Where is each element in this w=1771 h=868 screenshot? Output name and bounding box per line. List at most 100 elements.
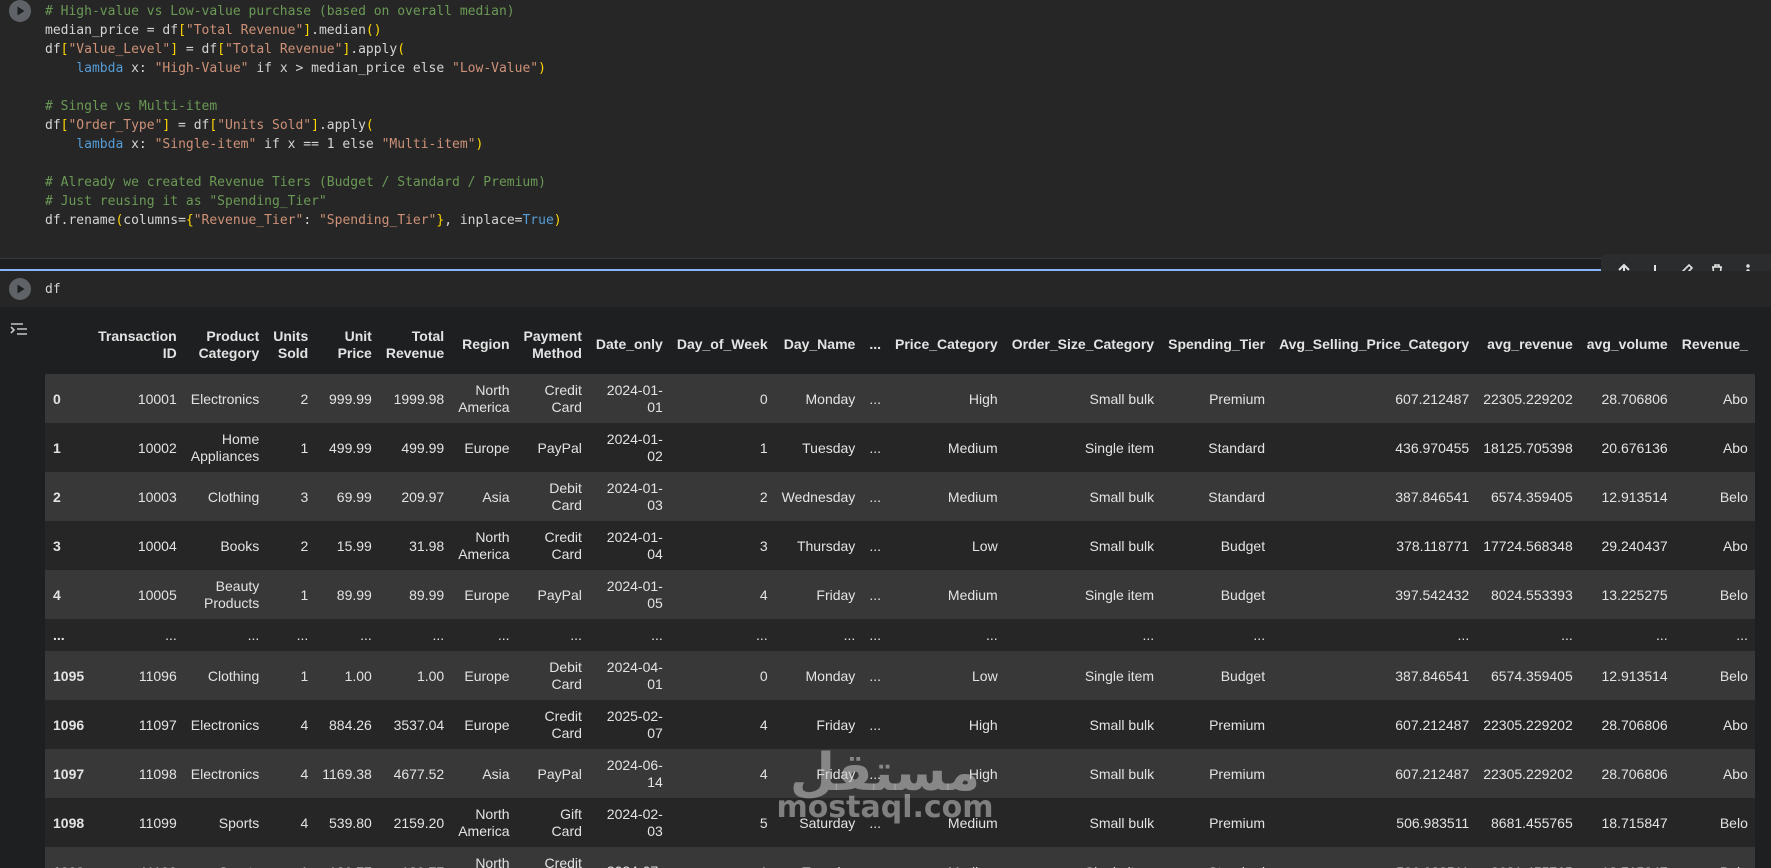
table-cell: 387.846541	[1395, 488, 1470, 505]
table-cell: 189.77	[315, 847, 379, 868]
table-row: 2 10003 Clothing 3 69.99 209.97 Asia Debit Card 2…	[45, 472, 1755, 521]
table-cell: 18.715847	[1601, 814, 1668, 831]
table-row: 3 10004 Books 2 15.99 31.98 North America Credit…	[45, 521, 1755, 570]
table-cell: Home Appliances	[190, 430, 260, 464]
table-cell: 3	[300, 488, 309, 505]
table-cell: 11097	[138, 716, 177, 733]
table-cell: ...	[296, 627, 309, 643]
table-cell: Small bulk	[1089, 765, 1155, 782]
run-cell-button[interactable]	[9, 278, 31, 300]
dataframe-table: Transaction ID Product Category Units Sold Uni…	[45, 315, 1755, 868]
table-cell: 2159.20	[393, 814, 445, 831]
table-cell: ...	[1736, 627, 1748, 643]
code-line: df.rename(columns={"Revenue_Tier": "Spen…	[45, 213, 562, 228]
table-cell: Monday	[805, 390, 856, 407]
table-cell: ...	[869, 765, 881, 782]
table-row: 0 10001 Electronics 2 999.99 1999.98 North Amer…	[45, 374, 1755, 423]
table-cell: ...	[869, 488, 881, 505]
table-cell: 397.542432	[1395, 586, 1470, 603]
table-cell: ...	[1656, 627, 1668, 643]
table-cell: ...	[432, 627, 445, 643]
row-index: 0	[53, 390, 61, 407]
table-cell: 2024-01- 03	[606, 479, 663, 513]
table-cell: NorthAmerica	[458, 805, 510, 839]
table-cell: Friday	[816, 586, 856, 603]
table-row: 1096 11097 Electronics 4 884.26 3537.04 Europe…	[45, 700, 1755, 749]
row-index: 3	[53, 537, 61, 554]
table-row: 1098 11099 Sports 4 539.80 2159.20 North Americ…	[45, 798, 1755, 847]
table-cell: Belo	[1719, 667, 1748, 684]
code-editor[interactable]: # High-value vs Low-value purchase (base…	[45, 2, 562, 230]
table-cell: Small bulk	[1089, 488, 1155, 505]
table-cell: 2024-01- 02	[606, 430, 663, 464]
table-cell: 499.99	[329, 439, 372, 456]
table-cell: Debit Card	[549, 479, 582, 513]
table-cell: PayPal	[537, 586, 582, 603]
table-cell: 0	[759, 390, 768, 407]
code-cell-1[interactable]: # High-value vs Low-value purchase (base…	[0, 0, 1771, 260]
table-cell: 2024-04- 01	[606, 658, 663, 692]
table-cell: 999.99	[329, 390, 372, 407]
table-cell: ...	[869, 814, 881, 831]
table-cell: 2024-02- 03	[606, 805, 663, 839]
table-cell: Budget	[1220, 586, 1266, 603]
table-row: 109911100Sports1189.77189.77NorthAmerica…	[45, 847, 1755, 868]
table-cell: 2	[759, 488, 768, 505]
table-cell: 4	[759, 586, 768, 603]
table-cell: Premium	[1209, 814, 1266, 831]
column-header: Day_of_Week	[676, 336, 768, 352]
table-cell: Wednesday	[781, 488, 856, 505]
table-cell: Standard	[1161, 847, 1272, 868]
column-header: Unit Price	[337, 327, 372, 361]
table-cell: Tuesday	[775, 847, 863, 868]
table-cell: ...	[1142, 627, 1155, 643]
table-cell: 13.225275	[1601, 586, 1668, 603]
table-cell: 28.706806	[1601, 765, 1668, 782]
table-cell: ...	[165, 627, 177, 643]
table-cell: 2	[300, 390, 309, 407]
table-cell: 2025-02- 07	[606, 707, 663, 741]
table-row: 1 10002 Home Appliances 1 499.99 499.99 Europe P…	[45, 423, 1755, 472]
table-cell: Small bulk	[1089, 814, 1155, 831]
table-cell: 2024-01- 04	[606, 528, 663, 562]
run-cell-button[interactable]	[9, 0, 31, 22]
column-header: ...	[869, 336, 881, 352]
code-line: lambda x: "Single-item" if x == 1 else "…	[76, 137, 484, 152]
table-cell: Single item	[1084, 586, 1155, 603]
code-line: lambda x: "High-Value" if x > median_pri…	[76, 61, 546, 76]
table-cell: ...	[869, 537, 881, 554]
table-cell: 8681.455765	[1491, 814, 1573, 831]
table-cell: Low	[972, 537, 998, 554]
code-cell-2[interactable]: df Transaction ID Product Category Units Sold…	[0, 254, 1771, 868]
output-menu-icon[interactable]	[8, 319, 30, 341]
table-cell: 28.706806	[1601, 390, 1668, 407]
table-cell: 2024-07-	[589, 847, 670, 868]
code-editor[interactable]: df	[45, 282, 61, 297]
row-index: ...	[53, 627, 65, 643]
table-cell: 1	[266, 847, 315, 868]
table-cell: 607.212487	[1395, 765, 1470, 782]
table-cell: 378.118771	[1396, 537, 1470, 554]
table-cell: Medium	[947, 814, 998, 831]
table-cell: Small bulk	[1089, 390, 1155, 407]
row-index: 2	[53, 488, 61, 505]
table-cell: Europe	[464, 716, 510, 733]
column-header: Avg_Selling_Price_Category	[1279, 336, 1470, 352]
table-cell: 10003	[137, 488, 177, 505]
row-index: 1095	[53, 667, 85, 684]
table-cell: 8681.455765	[1476, 847, 1580, 868]
play-icon	[10, 1, 30, 21]
table-cell: Standard	[1208, 488, 1266, 505]
table-cell: CreditCard	[544, 707, 582, 741]
row-index: 1097	[53, 765, 85, 782]
table-cell: 11100	[91, 847, 184, 868]
table-cell: Standard	[1208, 439, 1266, 456]
column-header: Product Category	[198, 327, 260, 361]
table-cell: 2	[300, 537, 309, 554]
table-cell: ...	[869, 716, 881, 733]
table-cell: 4	[300, 765, 309, 782]
table-cell: NorthAmerica	[458, 528, 510, 562]
table-cell: 18.715847	[1580, 847, 1675, 868]
table-cell: Asia	[482, 765, 510, 782]
